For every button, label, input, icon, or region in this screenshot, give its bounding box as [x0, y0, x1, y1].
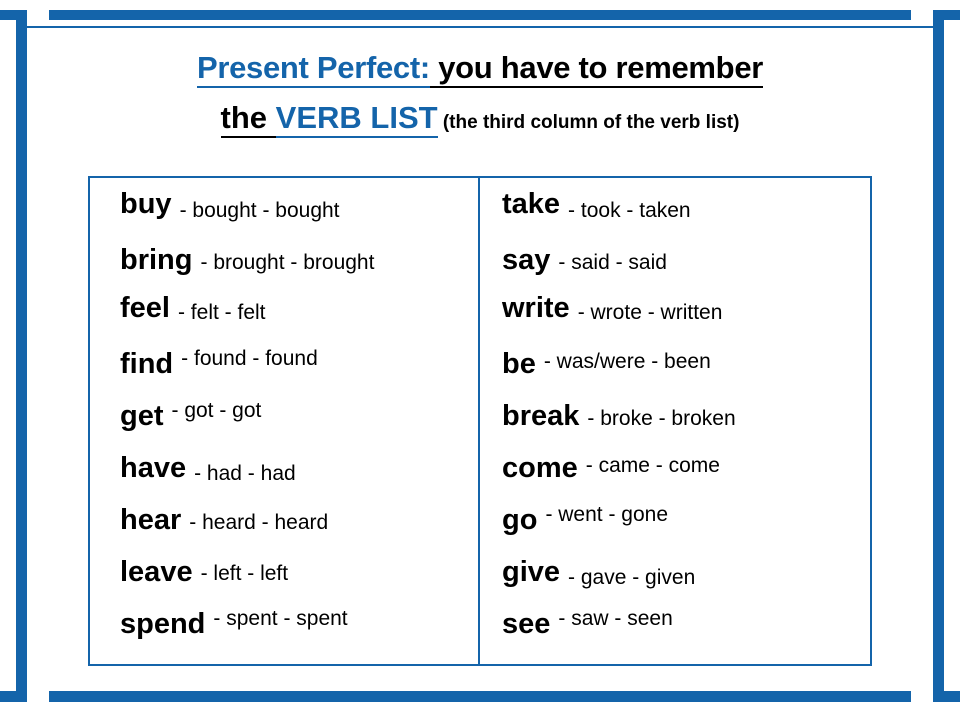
page-title: Present Perfect: you have to remember th…: [40, 50, 920, 138]
frame-notch-top-right: [911, 4, 933, 26]
verb-column-left: buy - bought - bought bring - brought - …: [90, 178, 480, 664]
verb-base: give: [502, 556, 561, 588]
verb-base: spend: [120, 608, 206, 640]
verb-row: hear - heard - heard: [120, 504, 478, 556]
verb-forms: - heard - heard: [189, 511, 329, 534]
verb-row: write - wrote - written: [502, 292, 870, 348]
verb-forms: - took - taken: [568, 199, 691, 222]
verb-row: spend - spent - spent: [120, 607, 478, 660]
verb-base: say: [502, 244, 551, 276]
verb-row: give - gave - given: [502, 556, 870, 608]
title-verb-list: VERB LIST: [275, 100, 438, 138]
verb-row: leave - left - left: [120, 556, 478, 608]
title-note: (the third column of the verb list): [437, 112, 740, 133]
title-present-perfect: Present Perfect:: [196, 50, 430, 88]
title-line-1: Present Perfect: you have to remember: [196, 50, 763, 88]
verb-row: take - took - taken: [502, 188, 870, 244]
verb-base: write: [502, 292, 570, 324]
verb-forms: - had - had: [194, 462, 296, 485]
verb-row: go - went - gone: [502, 503, 870, 556]
verb-base: take: [502, 188, 561, 220]
verb-base: bring: [120, 244, 193, 276]
verb-base: see: [502, 608, 551, 640]
frame-notch-top-left: [27, 4, 49, 26]
verb-row: feel - felt - felt: [120, 292, 478, 348]
verb-forms: - saw - seen: [558, 607, 673, 630]
verb-base: break: [502, 400, 580, 432]
verb-base: leave: [120, 556, 193, 588]
frame-border-top: [0, 10, 960, 20]
verb-base: go: [502, 504, 538, 536]
verb-forms: - got - got: [171, 399, 262, 422]
verb-forms: - went - gone: [545, 503, 669, 526]
frame-border-bottom: [0, 691, 960, 702]
verb-list-box: buy - bought - bought bring - brought - …: [88, 176, 872, 666]
frame-notch-bottom-left: [27, 684, 49, 708]
title-the: the: [220, 100, 276, 138]
verb-base: get: [120, 400, 164, 432]
verb-base: find: [120, 348, 174, 380]
verb-forms: - wrote - written: [577, 301, 723, 324]
verb-base: have: [120, 452, 187, 484]
verb-forms: - found - found: [181, 347, 318, 370]
verb-forms: - bought - bought: [179, 199, 340, 222]
verb-forms: - said - said: [558, 251, 667, 274]
frame-inner-line-top: [27, 26, 933, 28]
title-you-have-to-remember: you have to remember: [429, 50, 763, 88]
verb-row: bring - brought - brought: [120, 244, 478, 296]
verb-forms: - was/were - been: [543, 350, 711, 373]
verb-base: come: [502, 452, 578, 484]
verb-row: buy - bought - bought: [120, 188, 478, 244]
verb-base: buy: [120, 188, 172, 220]
verb-forms: - spent - spent: [213, 607, 348, 630]
verb-forms: - gave - given: [568, 566, 696, 589]
verb-forms: - brought - brought: [200, 251, 375, 274]
verb-row: see - saw - seen: [502, 607, 870, 660]
frame-border-right: [933, 10, 944, 692]
slide: Present Perfect: you have to remember th…: [0, 0, 960, 720]
frame-notch-bottom-right: [911, 684, 933, 708]
verb-row: have - had - had: [120, 452, 478, 504]
verb-row: come - came - come: [502, 452, 870, 504]
verb-forms: - broke - broken: [587, 407, 736, 430]
verb-column-right: take - took - taken say - said - said wr…: [480, 178, 870, 664]
verb-forms: - came - come: [585, 454, 720, 477]
verb-base: be: [502, 348, 536, 380]
verb-row: be - was/were - been: [502, 348, 870, 400]
verb-forms: - left - left: [200, 562, 289, 585]
verb-row: say - said - said: [502, 244, 870, 296]
verb-row: break - broke - broken: [502, 400, 870, 452]
verb-row: get - got - got: [120, 399, 478, 452]
frame-border-left: [16, 10, 27, 692]
verb-base: hear: [120, 504, 182, 536]
verb-forms: - felt - felt: [177, 301, 266, 324]
title-line-2: the VERB LIST (the third column of the v…: [40, 100, 920, 138]
verb-base: feel: [120, 292, 170, 324]
verb-row: find - found - found: [120, 347, 478, 400]
